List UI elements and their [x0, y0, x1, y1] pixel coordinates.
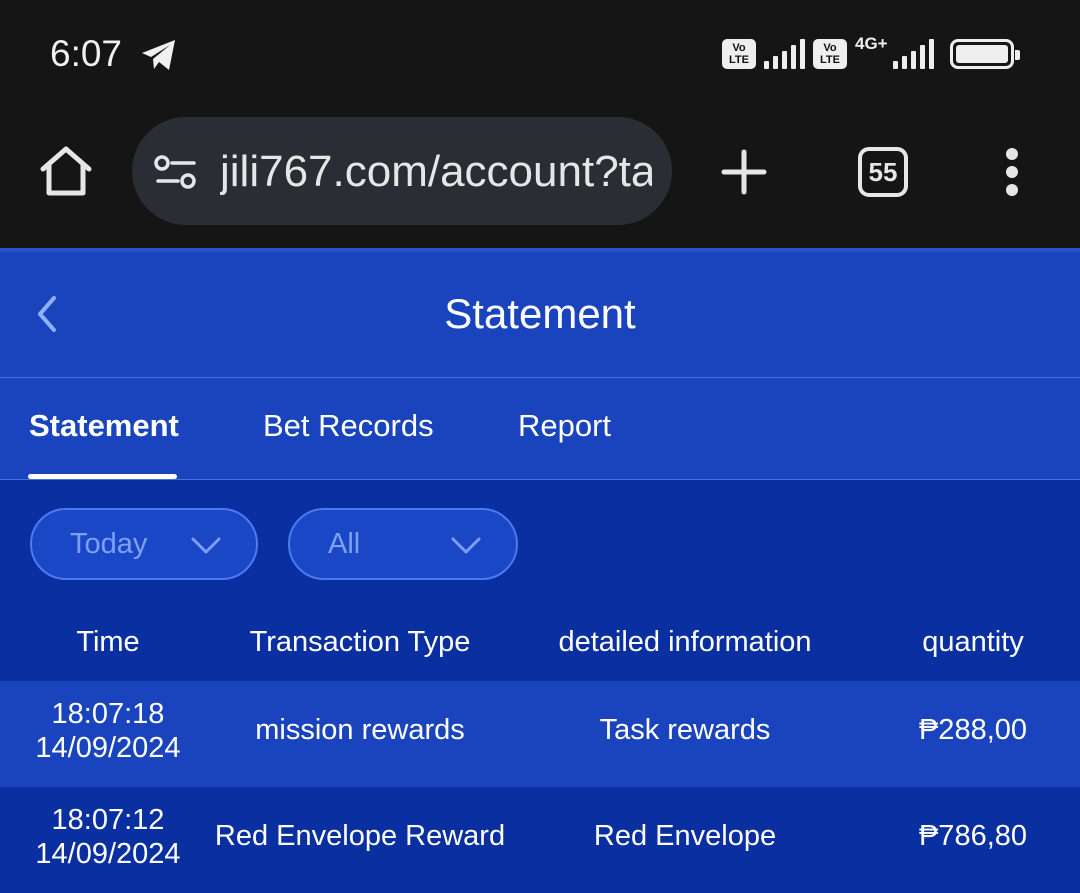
tab-switcher-button[interactable]: 55 [858, 147, 908, 197]
row-transaction-type: Red Envelope Reward [214, 820, 506, 852]
signal-icon [764, 39, 805, 69]
site-settings-icon[interactable] [154, 155, 198, 189]
page-title: Statement [444, 290, 636, 337]
app-header: Statement [0, 248, 1080, 378]
date-filter-value: Today [70, 528, 148, 560]
volte-icon-2: Vo LTE [813, 39, 847, 69]
date-filter-dropdown[interactable]: Today [30, 508, 258, 580]
menu-icon[interactable] [1006, 148, 1022, 196]
signal-icon-2 [893, 39, 934, 69]
status-bar: 6:07 Vo LTE Vo LTE 4G+ [0, 0, 1080, 110]
network-type-icon: 4G+ [855, 34, 888, 53]
row-date: 14/09/2024 [35, 838, 181, 870]
row-detail: Red Envelope [593, 820, 777, 852]
tab-report[interactable]: Report [518, 408, 611, 444]
url-text[interactable]: jili767.com/account?ta [220, 147, 652, 197]
column-header-time: Time [76, 626, 140, 658]
active-tab-indicator [28, 474, 177, 479]
row-quantity: ₱288,00 [918, 714, 1028, 746]
column-header-quantity: quantity [922, 626, 1024, 658]
column-header-transaction-type: Transaction Type [249, 626, 471, 658]
home-icon[interactable] [38, 144, 94, 198]
battery-icon [950, 39, 1020, 69]
chevron-down-icon [191, 537, 221, 554]
table-row: 18:07:18 14/09/2024 mission rewards Task… [0, 681, 1080, 787]
table-row: 18:07:12 14/09/2024 Red Envelope Reward … [0, 787, 1080, 893]
chevron-down-icon [451, 537, 481, 554]
tab-bar: Statement Bet Records Report [0, 378, 1080, 480]
tab-bet-records[interactable]: Bet Records [263, 408, 434, 444]
row-transaction-type: mission rewards [255, 714, 465, 746]
type-filter-value: All [328, 528, 361, 560]
status-time: 6:07 [50, 33, 123, 74]
row-time: 18:07:12 [51, 804, 165, 836]
row-date: 14/09/2024 [35, 732, 181, 764]
row-quantity: ₱786,80 [918, 820, 1028, 852]
volte-icon: Vo LTE [722, 39, 756, 69]
status-icons: Vo LTE Vo LTE 4G+ [722, 34, 1020, 72]
telegram-icon [142, 40, 175, 70]
url-bar[interactable]: jili767.com/account?ta [132, 117, 672, 225]
type-filter-dropdown[interactable]: All [288, 508, 518, 580]
new-tab-icon[interactable] [720, 148, 768, 196]
tab-statement[interactable]: Statement [29, 408, 179, 444]
row-detail: Task rewards [599, 714, 771, 746]
row-time: 18:07:18 [51, 698, 165, 730]
column-header-detailed-information: detailed information [558, 626, 812, 658]
